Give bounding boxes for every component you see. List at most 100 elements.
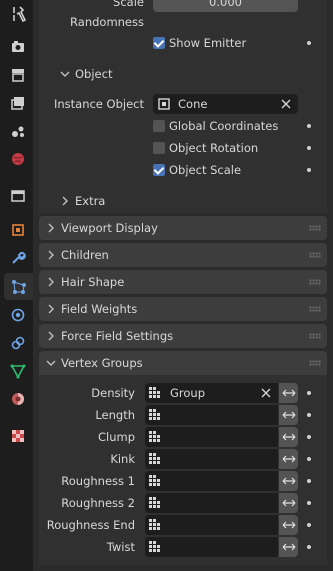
object-icon[interactable] [4, 216, 31, 243]
keyframe-dot[interactable] [307, 146, 311, 150]
panel-field-weights[interactable]: Field Weights [39, 297, 327, 321]
object-rotation-label: Object Rotation [169, 141, 259, 155]
panel-title: Hair Shape [61, 275, 125, 289]
vertex-group-icon [149, 475, 161, 487]
world-icon[interactable] [4, 145, 31, 172]
panel-children[interactable]: Children [39, 243, 327, 267]
render-icon[interactable] [4, 33, 31, 60]
close-icon[interactable] [280, 98, 292, 110]
vg-density-value: Group [170, 386, 206, 400]
vg-roughness-end-field[interactable] [145, 515, 278, 535]
invert-arrows-icon[interactable] [279, 493, 298, 513]
keyframe-dot[interactable] [307, 523, 311, 527]
properties-tab-bar [0, 0, 33, 571]
instance-object-field[interactable]: Cone [153, 94, 298, 114]
keyframe-dot[interactable] [307, 501, 311, 505]
drag-handle-icon[interactable] [309, 279, 321, 285]
output-icon[interactable] [4, 61, 31, 88]
object-icon [157, 97, 171, 111]
vg-clump-field[interactable] [145, 427, 278, 447]
modifier-icon[interactable] [4, 244, 31, 271]
panel-title: Field Weights [61, 302, 138, 316]
invert-arrows-icon[interactable] [279, 449, 298, 469]
object-scale-checkbox[interactable] [153, 164, 165, 176]
panel-viewport-display[interactable]: Viewport Display [39, 216, 327, 240]
show-emitter-checkbox[interactable] [153, 37, 165, 49]
object-subpanel-header[interactable]: Object [39, 63, 327, 85]
close-icon[interactable] [260, 387, 272, 399]
object-rotation-checkbox[interactable] [153, 142, 165, 154]
vertex-group-icon [149, 519, 161, 531]
drag-handle-icon[interactable] [309, 333, 321, 339]
panel-vertex-groups[interactable]: Vertex Groups [39, 351, 327, 375]
panel-title: Vertex Groups [61, 356, 143, 370]
chevron-right-icon [57, 193, 73, 209]
scale-randomness-field[interactable]: 0.000 [153, 0, 298, 12]
constraints-icon[interactable] [4, 329, 31, 356]
particles-icon[interactable] [4, 273, 33, 300]
vg-roughness-2-field[interactable] [145, 493, 278, 513]
chevron-right-icon [43, 328, 59, 344]
invert-arrows-icon[interactable] [279, 405, 298, 425]
view-layer-icon[interactable] [4, 89, 31, 116]
chevron-down-icon [57, 66, 73, 82]
chevron-right-icon [43, 274, 59, 290]
invert-arrows-icon[interactable] [279, 515, 298, 535]
material-icon[interactable] [4, 385, 31, 412]
vg-density-field[interactable]: Group [145, 383, 278, 403]
vg-clump-label: Clump [97, 430, 135, 444]
vg-length-field[interactable] [145, 405, 278, 425]
panel-title: Viewport Display [61, 221, 158, 235]
instance-object-label: Instance Object [53, 97, 144, 111]
show-emitter-label: Show Emitter [169, 36, 247, 50]
extra-subpanel-title: Extra [75, 194, 106, 208]
instance-object-value: Cone [178, 97, 208, 111]
drag-handle-icon[interactable] [309, 306, 321, 312]
chevron-right-icon [43, 247, 59, 263]
keyframe-dot[interactable] [307, 124, 311, 128]
vg-kink-label: Kink [110, 452, 135, 466]
keyframe-dot[interactable] [307, 413, 311, 417]
panel-hair-shape[interactable]: Hair Shape [39, 270, 327, 294]
chevron-down-icon [43, 355, 59, 371]
invert-arrows-icon[interactable] [279, 427, 298, 447]
extra-subpanel-header[interactable]: Extra [39, 190, 327, 212]
vg-roughness-1-label: Roughness 1 [61, 474, 135, 488]
physics-icon[interactable] [4, 301, 31, 328]
drag-handle-icon[interactable] [309, 252, 321, 258]
global-coordinates-label: Global Coordinates [169, 119, 279, 133]
vertex-group-icon [149, 453, 161, 465]
texture-icon[interactable] [4, 422, 31, 449]
vertex-group-icon [149, 541, 161, 553]
scale-randomness-label: Scale Randomness [70, 0, 144, 29]
vg-kink-field[interactable] [145, 449, 278, 469]
drag-handle-icon[interactable] [309, 225, 321, 231]
global-coordinates-checkbox[interactable] [153, 120, 165, 132]
keyframe-dot[interactable] [307, 435, 311, 439]
keyframe-dot[interactable] [307, 545, 311, 549]
scene-icon[interactable] [4, 117, 31, 144]
object-scale-label: Object Scale [169, 163, 242, 177]
invert-arrows-icon[interactable] [279, 383, 298, 403]
panel-force-field-settings[interactable]: Force Field Settings [39, 324, 327, 348]
vg-twist-field[interactable] [145, 537, 278, 557]
invert-arrows-icon[interactable] [279, 537, 298, 557]
tool-icon[interactable] [4, 0, 31, 27]
data-icon[interactable] [4, 357, 31, 384]
vg-roughness-1-field[interactable] [145, 471, 278, 491]
chevron-right-icon [43, 301, 59, 317]
collection-icon[interactable] [4, 182, 31, 209]
vg-roughness-end-label: Roughness End [46, 518, 135, 532]
keyframe-dot[interactable] [307, 457, 311, 461]
vertex-group-icon [149, 387, 161, 399]
vg-roughness-2-label: Roughness 2 [61, 496, 135, 510]
drag-handle-icon[interactable] [309, 360, 321, 366]
keyframe-dot[interactable] [307, 391, 311, 395]
invert-arrows-icon[interactable] [279, 471, 298, 491]
keyframe-dot[interactable] [307, 168, 311, 172]
keyframe-dot[interactable] [307, 479, 311, 483]
object-subpanel-title: Object [75, 67, 113, 81]
vertex-group-icon [149, 431, 161, 443]
keyframe-dot[interactable] [307, 41, 311, 45]
chevron-right-icon [43, 220, 59, 236]
